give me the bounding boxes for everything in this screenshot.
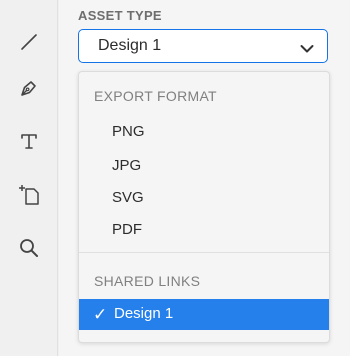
menu-item-png[interactable]: PNG bbox=[79, 117, 329, 147]
chevron-down-icon bbox=[300, 41, 314, 59]
pen-tool-icon bbox=[18, 77, 40, 99]
line-tool-icon bbox=[19, 32, 39, 52]
menu-divider bbox=[79, 252, 329, 253]
zoom-tool[interactable] bbox=[0, 226, 58, 270]
menu-item-jpg[interactable]: JPG bbox=[79, 151, 329, 181]
menu-item-label: PNG bbox=[112, 123, 145, 140]
asset-type-selected-value: Design 1 bbox=[98, 37, 162, 54]
menu-item-label: Design 1 bbox=[114, 305, 174, 322]
menu-item-label: SVG bbox=[112, 189, 144, 206]
menu-item-label: PDF bbox=[112, 221, 142, 238]
menu-item-design-1[interactable]: ✓ Design 1 bbox=[79, 299, 329, 330]
shared-links-header: SHARED LINKS bbox=[94, 273, 201, 289]
zoom-tool-icon bbox=[18, 237, 40, 259]
line-tool[interactable] bbox=[0, 20, 58, 64]
asset-type-dropdown-menu: EXPORT FORMAT PNG JPG SVG PDF SHARED LIN… bbox=[78, 71, 330, 343]
artboard-tool-icon bbox=[17, 183, 41, 207]
artboard-tool[interactable] bbox=[0, 173, 58, 217]
menu-item-label: JPG bbox=[112, 157, 142, 174]
text-tool[interactable] bbox=[0, 119, 58, 163]
tool-bar bbox=[0, 0, 58, 356]
checkmark-icon: ✓ bbox=[93, 305, 108, 325]
menu-item-svg[interactable]: SVG bbox=[79, 183, 329, 213]
export-format-header: EXPORT FORMAT bbox=[94, 88, 217, 104]
asset-type-select[interactable]: Design 1 bbox=[78, 29, 328, 63]
text-tool-icon bbox=[18, 130, 40, 152]
asset-type-label: ASSET TYPE bbox=[78, 8, 162, 23]
menu-item-pdf[interactable]: PDF bbox=[79, 215, 329, 245]
pen-tool[interactable] bbox=[0, 66, 58, 110]
